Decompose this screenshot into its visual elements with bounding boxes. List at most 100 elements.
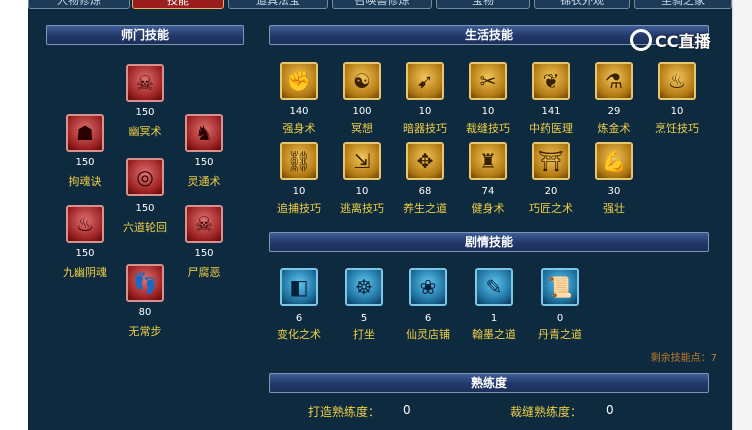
tailoring-proficiency-value: 0 (606, 403, 614, 417)
skill-level: 6 (424, 313, 432, 324)
tab-summon-cultivation[interactable]: 召唤兽修炼 (332, 0, 432, 9)
skill-name: 九幽阴魂 (63, 266, 107, 279)
school-skill-item[interactable]: ☗ 150 拘魂诀 (55, 114, 115, 192)
skill-level: 20 (544, 186, 558, 197)
skill-name: 拘魂诀 (68, 175, 102, 188)
skill-name: 健身术 (471, 202, 505, 215)
skill-level: 6 (295, 313, 303, 324)
skill-level: 150 (135, 203, 155, 214)
skill-name: 仙灵店铺 (406, 328, 450, 341)
story-skill-item[interactable]: ◧ 6 变化之术 (269, 268, 329, 342)
skill-name: 幽冥术 (128, 125, 162, 138)
school-skill-item[interactable]: 👣 80 无常步 (115, 264, 175, 342)
school-skill-item[interactable]: ♨ 150 九幽阴魂 (55, 205, 115, 283)
forging-proficiency-label: 打造熟练度： (308, 405, 381, 419)
herb-icon: ❦ (532, 62, 570, 100)
meditate-icon: ☯ (343, 62, 381, 100)
skill-level: 10 (292, 186, 306, 197)
escape-icon: ⇲ (343, 142, 381, 180)
tab-appearance[interactable]: 锦衣外观 (534, 0, 630, 9)
life-skill-item[interactable]: ✂ 10 裁缝技巧 (458, 62, 518, 136)
story-skill-item[interactable]: 📜 0 丹青之道 (530, 268, 590, 342)
life-skill-item[interactable]: ✊ 140 强身术 (269, 62, 329, 136)
skill-level: 5 (360, 313, 368, 324)
tailoring-proficiency-label: 裁缝熟练度： (510, 405, 583, 419)
life-skill-item[interactable]: 💪 30 强壮 (584, 142, 644, 216)
skill-level: 30 (607, 186, 621, 197)
skill-level: 1 (490, 313, 498, 324)
skill-name: 养生之道 (403, 202, 447, 215)
tab-treasure[interactable]: 宝物 (436, 0, 530, 9)
life-skill-item[interactable]: ♨ 10 烹饪技巧 (647, 62, 707, 136)
life-skill-item[interactable]: ☯ 100 冥想 (332, 62, 392, 136)
life-skill-item[interactable]: ⛩ 20 巧匠之术 (521, 142, 581, 216)
skill-level: 150 (194, 157, 214, 168)
skill-name: 逃离技巧 (340, 202, 384, 215)
life-skill-item[interactable]: ⚗ 29 炼金术 (584, 62, 644, 136)
skill-name: 强身术 (282, 122, 316, 135)
skill-name: 追捕技巧 (277, 202, 321, 215)
shop-icon: ❀ (409, 268, 447, 306)
watermark-text: CC直播 (655, 32, 711, 51)
skill-name: 打坐 (353, 328, 375, 341)
footstep-icon: 👣 (126, 264, 164, 302)
cc-live-watermark: CC直播 (630, 27, 730, 53)
skill-level: 74 (481, 186, 495, 197)
health-icon: ✥ (406, 142, 444, 180)
life-skill-item[interactable]: ✥ 68 养生之道 (395, 142, 455, 216)
dart-icon: ➹ (406, 62, 444, 100)
life-skill-item[interactable]: ➹ 10 暗器技巧 (395, 62, 455, 136)
ghost-icon: ☠ (126, 64, 164, 102)
life-skill-item[interactable]: ⇲ 10 逃离技巧 (332, 142, 392, 216)
sit-icon: ☸ (345, 268, 383, 306)
fitness-icon: ♜ (469, 142, 507, 180)
skill-name: 翰墨之道 (472, 328, 516, 341)
scissors-icon: ✂ (469, 62, 507, 100)
life-skill-item[interactable]: ❦ 141 中药医理 (521, 62, 581, 136)
alchemy-icon: ⚗ (595, 62, 633, 100)
story-skill-item[interactable]: ☸ 5 打坐 (334, 268, 394, 342)
school-skill-item[interactable]: ◎ 150 六道轮回 (115, 158, 175, 236)
skill-name: 烹饪技巧 (655, 122, 699, 135)
skill-level: 80 (138, 307, 152, 318)
skill-name: 巧匠之术 (529, 202, 573, 215)
remaining-skill-points: 剩余技能点：7 (650, 353, 717, 364)
story-skill-item[interactable]: ❀ 6 仙灵店铺 (398, 268, 458, 342)
story-skill-item[interactable]: ✎ 1 翰墨之道 (464, 268, 524, 342)
school-skill-item[interactable]: ☠ 150 幽冥术 (115, 64, 175, 140)
tab-mount-home[interactable]: 坐骑之家 (634, 0, 732, 9)
proficiency-header: 熟练度 (269, 373, 709, 393)
skill-name: 强壮 (603, 202, 625, 215)
skill-level: 100 (352, 106, 372, 117)
tab-character-cultivation[interactable]: 人物修炼 (28, 0, 130, 9)
tab-items-treasures[interactable]: 道具法宝 (228, 0, 328, 9)
skill-level: 150 (135, 107, 155, 118)
skill-name: 灵通术 (187, 175, 221, 188)
skill-level: 10 (355, 186, 369, 197)
scroll-icon: 📜 (541, 268, 579, 306)
cage-face-icon: ☗ (66, 114, 104, 152)
cooking-icon: ♨ (658, 62, 696, 100)
skill-name: 尸腐恶 (187, 266, 221, 279)
tab-skills[interactable]: 技能 (132, 0, 224, 9)
life-skill-item[interactable]: ♜ 74 健身术 (458, 142, 518, 216)
story-skills-header: 剧情技能 (269, 232, 709, 252)
cc-logo-icon (630, 29, 652, 51)
school-skill-item[interactable]: ☠ 150 尸腐恶 (174, 205, 234, 283)
tab-bar: 人物修炼 技能 道具法宝 召唤兽修炼 宝物 锦衣外观 坐骑之家 (28, 0, 732, 10)
game-window: 人物修炼 技能 道具法宝 召唤兽修炼 宝物 锦衣外观 坐骑之家 师门技能 生活技… (0, 0, 752, 430)
skill-name: 丹青之道 (538, 328, 582, 341)
forging-proficiency-value: 0 (403, 403, 411, 417)
school-skill-item[interactable]: ♞ 150 灵通术 (174, 114, 234, 192)
wraith-icon: ♨ (66, 205, 104, 243)
muscle-icon: 💪 (595, 142, 633, 180)
skill-name: 裁缝技巧 (466, 122, 510, 135)
skill-level: 68 (418, 186, 432, 197)
craftsman-icon: ⛩ (532, 142, 570, 180)
skill-level: 150 (75, 248, 95, 259)
skill-level: 150 (75, 157, 95, 168)
skill-level: 150 (194, 248, 214, 259)
life-skill-item[interactable]: ⛓ 10 追捕技巧 (269, 142, 329, 216)
fist-icon: ✊ (280, 62, 318, 100)
skill-name: 六道轮回 (123, 221, 167, 234)
